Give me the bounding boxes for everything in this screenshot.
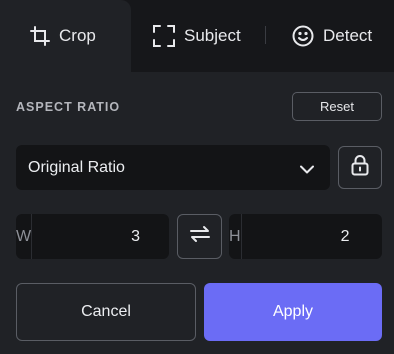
smiley-face-icon — [292, 25, 314, 47]
aspect-ratio-select[interactable]: Original Ratio — [16, 145, 330, 190]
subject-frame-icon — [153, 25, 175, 47]
reset-button[interactable]: Reset — [292, 92, 382, 121]
crop-icon — [30, 26, 50, 46]
tab-bar: Crop Subject Detect — [0, 0, 394, 72]
tab-detect[interactable]: Detect — [292, 0, 372, 72]
tab-crop[interactable]: Crop — [0, 0, 131, 72]
aspect-ratio-selected-value: Original Ratio — [28, 158, 125, 176]
height-field: H — [229, 214, 394, 259]
height-input[interactable] — [241, 214, 394, 259]
swap-dimensions-button[interactable] — [177, 214, 222, 259]
tab-detect-label: Detect — [323, 26, 373, 45]
swap-arrows-icon — [189, 224, 211, 249]
width-label: W — [16, 214, 33, 259]
apply-button[interactable]: Apply — [204, 283, 382, 341]
lock-ratio-button[interactable] — [338, 146, 382, 189]
tab-crop-label: Crop — [59, 26, 96, 45]
chevron-down-icon — [300, 161, 314, 179]
height-label: H — [229, 214, 242, 259]
lock-icon — [351, 154, 369, 181]
aspect-ratio-heading: ASPECT RATIO — [16, 100, 121, 114]
tab-divider — [265, 26, 266, 44]
width-field: W — [16, 214, 240, 259]
tab-subject[interactable]: Subject — [153, 0, 241, 72]
cancel-button[interactable]: Cancel — [16, 283, 196, 341]
tab-subject-label: Subject — [184, 26, 241, 45]
